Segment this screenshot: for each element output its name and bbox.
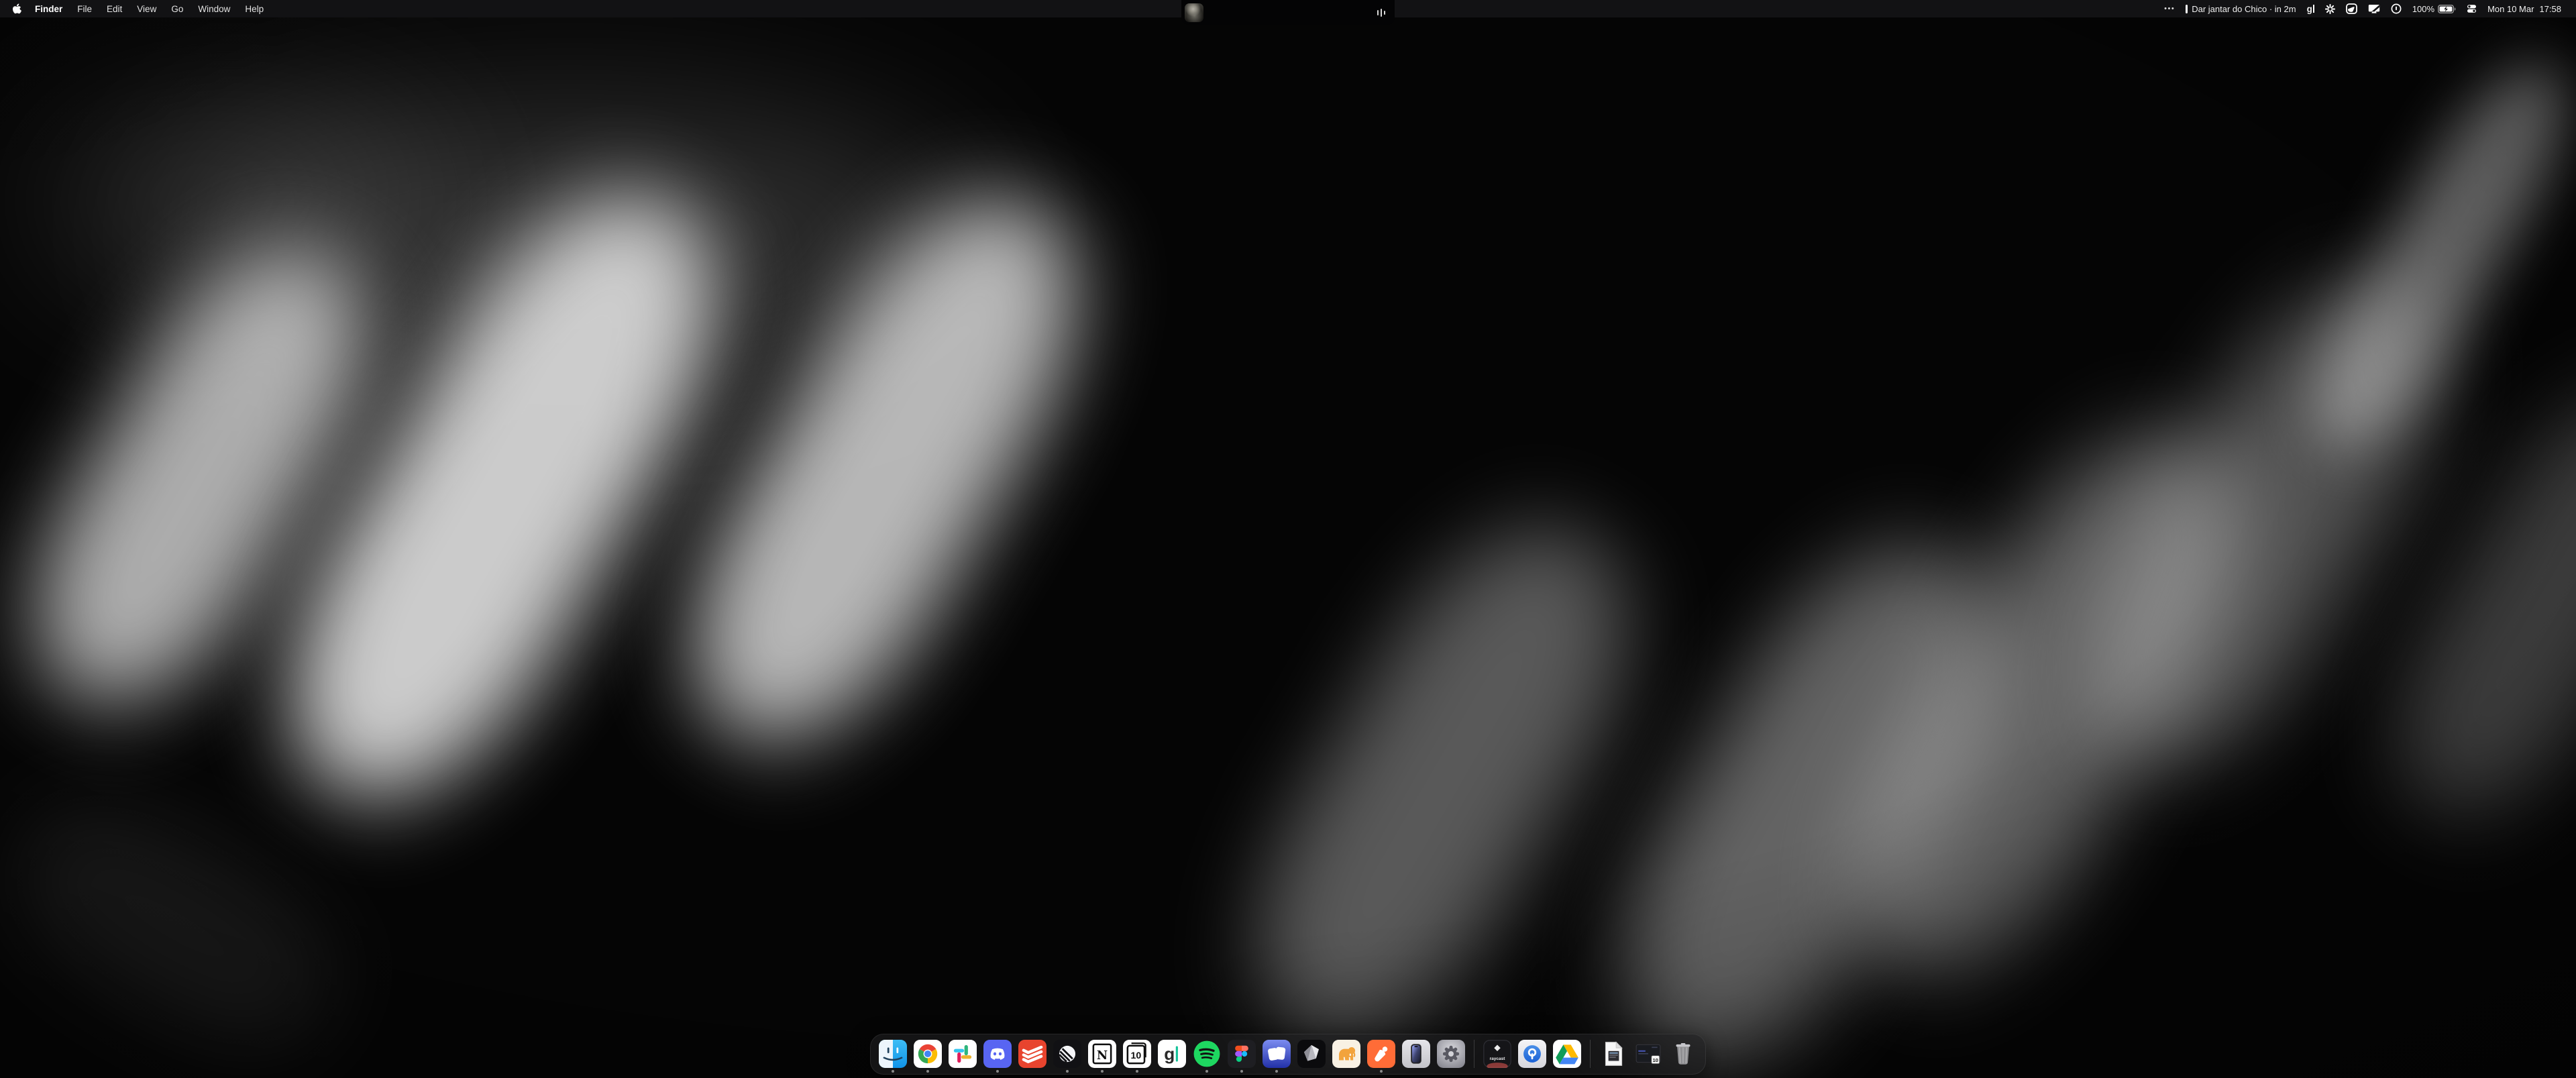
grammarly-cursor <box>2313 5 2314 13</box>
dock-item-elephant-app[interactable] <box>1332 1040 1360 1068</box>
svg-text:g: g <box>1164 1044 1175 1064</box>
grammarly-menu-icon[interactable]: g <box>2307 4 2314 14</box>
dock-item-trash[interactable] <box>1669 1040 1697 1068</box>
dock-item-figma[interactable] <box>1228 1040 1256 1068</box>
running-indicator <box>1101 1070 1104 1073</box>
running-indicator <box>1380 1070 1383 1073</box>
running-indicator <box>1136 1070 1138 1073</box>
menubar-menus: Finder File Edit View Go Window Help <box>35 4 264 14</box>
menu-edit[interactable]: Edit <box>107 4 122 14</box>
dock-item-notion-calendar[interactable]: 10 <box>1123 1040 1151 1068</box>
event-color-bar <box>2186 5 2188 13</box>
dock-item-blue-cards-app[interactable] <box>1263 1040 1291 1068</box>
audio-bar <box>1381 9 1383 17</box>
dock-item-finder[interactable] <box>879 1040 907 1068</box>
dock-item-minimized-window[interactable]: 10 <box>1634 1040 1662 1068</box>
running-indicator <box>1240 1070 1243 1073</box>
menu-help[interactable]: Help <box>245 4 264 14</box>
clock-date: Mon 10 Mar <box>2487 4 2534 14</box>
running-indicator <box>926 1070 929 1073</box>
running-indicator <box>892 1070 894 1073</box>
svg-text:raycast: raycast <box>1490 1057 1506 1061</box>
notch-widget[interactable] <box>1181 0 1395 25</box>
menu-window[interactable]: Window <box>198 4 230 14</box>
svg-text:10: 10 <box>1653 1057 1658 1063</box>
battery-percent: 100% <box>2412 4 2434 14</box>
dock-item-1password[interactable] <box>1518 1040 1546 1068</box>
dock-item-system-settings[interactable] <box>1437 1040 1465 1068</box>
dock-item-iphone-mirroring[interactable] <box>1402 1040 1430 1068</box>
menubar-left: Finder File Edit View Go Window Help <box>12 3 264 15</box>
svg-text:N: N <box>1097 1048 1108 1063</box>
dock-item-slack[interactable] <box>949 1040 977 1068</box>
dock-item-todoist[interactable] <box>1018 1040 1046 1068</box>
menubar-event[interactable]: Dar jantar do Chico · in 2m <box>2186 4 2296 14</box>
battery-indicator[interactable]: 100% <box>2412 4 2456 14</box>
audio-visualizer-icon <box>1377 8 1386 17</box>
menu-view[interactable]: View <box>137 4 156 14</box>
wallpaper <box>0 0 2576 1078</box>
svg-text:10: 10 <box>1131 1050 1142 1061</box>
menu-file[interactable]: File <box>77 4 92 14</box>
menubar-clock[interactable]: Mon 10 Mar 17:58 <box>2487 4 2561 14</box>
dock-item-spotify[interactable] <box>1193 1040 1221 1068</box>
grammarly-glyph: g <box>2307 4 2312 14</box>
onepassword-menu-icon[interactable] <box>2391 3 2402 14</box>
menu-go[interactable]: Go <box>171 4 183 14</box>
dock-item-grammarly[interactable]: g <box>1158 1040 1186 1068</box>
display-icon[interactable] <box>2368 4 2380 14</box>
dock-item-chrome[interactable] <box>914 1040 942 1068</box>
dock-item-linear[interactable] <box>1053 1040 1081 1068</box>
dock-item-spline[interactable] <box>1297 1040 1326 1068</box>
dock-item-discord[interactable] <box>983 1040 1012 1068</box>
battery-icon <box>2438 5 2456 13</box>
running-indicator <box>1066 1070 1069 1073</box>
cleanshot-icon[interactable] <box>2346 3 2357 14</box>
audio-bar <box>1377 10 1379 15</box>
menubar-overflow-dots[interactable]: ••• <box>2164 5 2175 13</box>
menubar-right: ••• Dar jantar do Chico · in 2m g <box>2164 3 2561 14</box>
running-indicator <box>1205 1070 1208 1073</box>
audio-bar <box>1384 11 1386 15</box>
dock-divider <box>1590 1040 1591 1068</box>
flower-icon[interactable] <box>2325 4 2335 14</box>
dock-item-raycast[interactable]: raycast <box>1483 1040 1511 1068</box>
running-indicator <box>996 1070 999 1073</box>
dock-item-google-drive[interactable] <box>1553 1040 1581 1068</box>
apple-icon <box>12 3 21 15</box>
dock-item-postman[interactable] <box>1367 1040 1395 1068</box>
event-text: Dar jantar do Chico · in 2m <box>2192 4 2296 14</box>
menu-finder[interactable]: Finder <box>35 4 62 14</box>
dock-item-document-file[interactable] <box>1599 1040 1627 1068</box>
dock-item-notion[interactable]: N <box>1088 1040 1116 1068</box>
clock-time: 17:58 <box>2539 4 2561 14</box>
desktop: Finder File Edit View Go Window Help ••• Dar j… <box>0 0 2576 1078</box>
now-playing-art[interactable] <box>1185 3 1203 22</box>
apple-menu[interactable] <box>12 3 21 15</box>
wallpaper-vignette <box>0 0 2576 1078</box>
running-indicator <box>1275 1070 1278 1073</box>
control-toggles-icon[interactable] <box>2467 4 2477 13</box>
dock: N 10 g <box>870 1034 1706 1075</box>
